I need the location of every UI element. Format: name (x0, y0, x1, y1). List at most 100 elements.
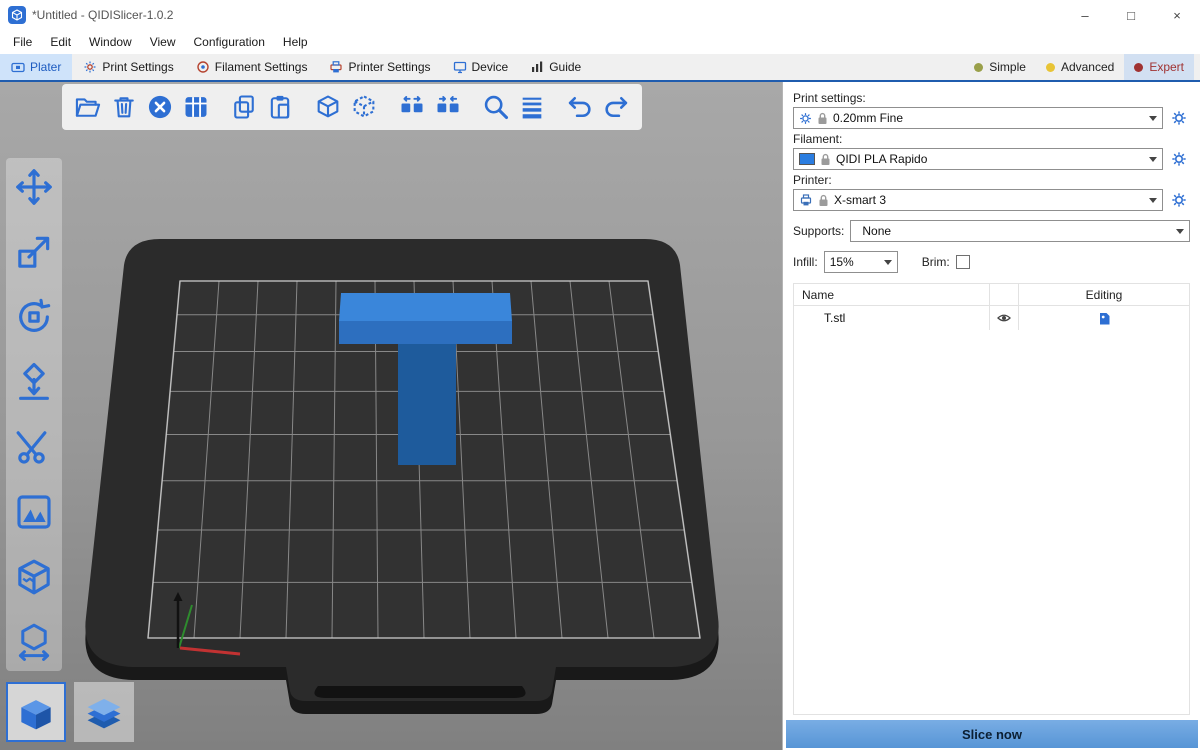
print-settings-combo[interactable]: 0.20mm Fine (793, 107, 1163, 129)
split-to-objects-button[interactable] (394, 87, 430, 127)
dropdown-caret-icon (1176, 229, 1184, 234)
gear-icon (1171, 192, 1187, 208)
split-objects-icon (398, 93, 426, 121)
supports-label: Supports: (793, 224, 844, 238)
tab-filament-settings[interactable]: Filament Settings (185, 54, 319, 80)
seam-tool-button[interactable] (10, 554, 58, 600)
printer-gear-button[interactable] (1168, 189, 1190, 211)
print-settings-value: 0.20mm Fine (833, 111, 1140, 125)
brim-checkbox[interactable] (956, 255, 970, 269)
print-settings-gear-button[interactable] (1168, 107, 1190, 129)
undo-button[interactable] (562, 87, 598, 127)
3d-viewport[interactable] (0, 82, 782, 750)
paste-icon (266, 93, 294, 121)
filament-label: Filament: (793, 132, 1190, 146)
dropdown-caret-icon (884, 260, 892, 265)
menu-help[interactable]: Help (274, 35, 317, 49)
layer-height-icon (518, 93, 546, 121)
plater-icon (11, 60, 25, 74)
menu-window[interactable]: Window (80, 35, 141, 49)
printer-icon (799, 193, 813, 207)
printer-settings-icon (329, 60, 343, 74)
visibility-eye-icon[interactable] (996, 310, 1012, 326)
delete-button[interactable] (106, 87, 142, 127)
tab-plater[interactable]: Plater (0, 54, 72, 80)
guide-icon (530, 60, 544, 74)
dropdown-caret-icon (1149, 157, 1157, 162)
remove-instance-cube-icon (350, 93, 378, 121)
menu-view[interactable]: View (141, 35, 185, 49)
expert-mode-dot-icon (1134, 63, 1143, 72)
infill-combo[interactable]: 15% (824, 251, 898, 273)
dropdown-caret-icon (1149, 198, 1157, 203)
open-project-button[interactable] (70, 87, 106, 127)
filament-color-swatch (799, 153, 815, 165)
mode-simple[interactable]: Simple (964, 54, 1036, 80)
mode-switcher: Simple Advanced Expert (964, 54, 1194, 80)
edit-object-icon[interactable] (1097, 311, 1112, 326)
search-button[interactable] (478, 87, 514, 127)
cut-tool-button[interactable] (10, 424, 58, 470)
dropdown-caret-icon (1149, 116, 1157, 121)
variable-layer-height-button[interactable] (514, 87, 550, 127)
gear-icon (1171, 151, 1187, 167)
object-name: T.stl (794, 311, 989, 325)
split-to-parts-button[interactable] (430, 87, 466, 127)
delete-all-icon (146, 93, 174, 121)
print-settings-label: Print settings: (793, 91, 1190, 105)
add-instance-button[interactable] (310, 87, 346, 127)
seam-cube-icon (14, 557, 54, 597)
paint-support-icon (14, 492, 54, 532)
cut-scissors-icon (14, 427, 54, 467)
search-icon (482, 93, 510, 121)
filament-value: QIDI PLA Rapido (836, 152, 1140, 166)
supports-combo[interactable]: None (850, 220, 1190, 242)
slice-now-button[interactable]: Slice now (786, 720, 1198, 748)
maximize-button[interactable]: □ (1108, 0, 1154, 30)
undo-arrow-icon (566, 93, 594, 121)
open-folder-icon (74, 93, 102, 121)
printer-combo[interactable]: X-smart 3 (793, 189, 1163, 211)
mode-expert[interactable]: Expert (1124, 54, 1194, 80)
preview-layers-view-button[interactable] (74, 682, 134, 742)
arrange-button[interactable] (178, 87, 214, 127)
rotate-tool-button[interactable] (10, 294, 58, 340)
title-bar: *Untitled - QIDISlicer-1.0.2 – □ × (0, 0, 1200, 30)
filament-combo[interactable]: QIDI PLA Rapido (793, 148, 1163, 170)
mode-advanced[interactable]: Advanced (1036, 54, 1124, 80)
move-tool-button[interactable] (10, 164, 58, 210)
tab-device[interactable]: Device (442, 54, 520, 80)
copy-button[interactable] (226, 87, 262, 127)
settings-sidebar: Print settings: 0.20mm Fine Filament: (782, 82, 1200, 750)
split-parts-icon (434, 93, 462, 121)
tab-printer-settings[interactable]: Printer Settings (318, 54, 441, 80)
filament-gear-button[interactable] (1168, 148, 1190, 170)
menu-edit[interactable]: Edit (41, 35, 80, 49)
remove-instance-button[interactable] (346, 87, 382, 127)
paste-button[interactable] (262, 87, 298, 127)
delete-all-button[interactable] (142, 87, 178, 127)
tab-print-settings[interactable]: Print Settings (72, 54, 184, 80)
top-toolbar (62, 84, 642, 130)
measure-tool-button[interactable] (10, 619, 58, 665)
menu-file[interactable]: File (4, 35, 41, 49)
copy-icon (230, 93, 258, 121)
paint-support-tool-button[interactable] (10, 489, 58, 535)
view-mode-switcher (6, 682, 134, 742)
redo-button[interactable] (598, 87, 634, 127)
app-icon (8, 6, 26, 24)
scale-tool-button[interactable] (10, 229, 58, 275)
place-on-face-tool-button[interactable] (10, 359, 58, 405)
object-list-header: Name Editing (794, 284, 1189, 306)
move-icon (14, 167, 54, 207)
menu-configuration[interactable]: Configuration (185, 35, 274, 49)
object-list: Name Editing T.stl (793, 283, 1190, 715)
close-button[interactable]: × (1154, 0, 1200, 30)
name-column-header: Name (794, 288, 989, 302)
object-row[interactable]: T.stl (794, 306, 1189, 330)
lock-icon (820, 153, 831, 166)
minimize-button[interactable]: – (1062, 0, 1108, 30)
tab-guide[interactable]: Guide (519, 54, 592, 80)
3d-editor-view-button[interactable] (6, 682, 66, 742)
3d-view-cube-icon (14, 690, 58, 734)
